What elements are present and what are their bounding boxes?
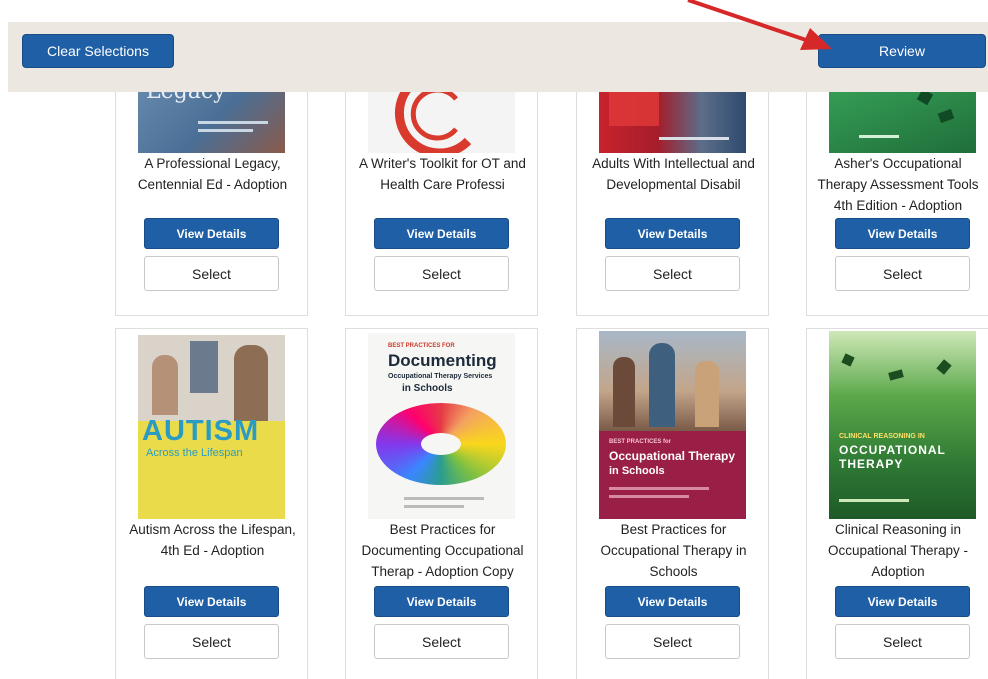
cover-subtitle: THERAPY	[839, 457, 904, 471]
book-cover: CLINICAL REASONING IN OCCUPATIONAL THERA…	[829, 331, 976, 519]
cover-subtitle: in Schools	[609, 465, 665, 477]
select-button[interactable]: Select	[605, 256, 740, 291]
select-button[interactable]: Select	[144, 256, 279, 291]
book-title-line: Developmental Disabil	[606, 177, 741, 192]
book-title-line: Occupational Therapy in	[600, 543, 747, 558]
cover-subtitle: in Schools	[402, 383, 453, 394]
book-card: BEST PRACTICES FOR Documenting Occupatio…	[345, 328, 538, 679]
select-button[interactable]: Select	[835, 256, 970, 291]
select-button[interactable]: Select	[374, 256, 509, 291]
book-card: A Writer's Toolkit for OT and Health Car…	[345, 70, 538, 316]
view-details-button[interactable]: View Details	[605, 218, 740, 249]
book-cover: BEST PRACTICES for Occupational Therapy …	[599, 331, 746, 519]
book-title-line: Health Care Professi	[380, 177, 505, 192]
cover-subtitle: Occupational Therapy Services	[388, 373, 493, 380]
view-details-button[interactable]: View Details	[605, 586, 740, 617]
book-title-line: Autism Across the Lifespan,	[129, 522, 296, 537]
book-card: BEST PRACTICES for Occupational Therapy …	[576, 328, 769, 679]
view-details-button[interactable]: View Details	[835, 586, 970, 617]
book-title-line: A Writer's Toolkit for OT and	[359, 156, 526, 171]
cover-title: AUTISM	[142, 415, 260, 447]
select-button[interactable]: Select	[605, 624, 740, 659]
book-cover: AUTISM Across the Lifespan	[138, 335, 285, 519]
book-title-line: Adoption	[871, 564, 925, 579]
book-title-line: Therapy Assessment Tools	[817, 177, 979, 192]
book-title-line: Documenting Occupational	[361, 543, 524, 558]
book-card: CLINICAL REASONING IN OCCUPATIONAL THERA…	[806, 328, 988, 679]
select-button[interactable]: Select	[374, 624, 509, 659]
book-card: Legacy A Professional Legacy, Centennial…	[115, 70, 308, 316]
view-details-button[interactable]: View Details	[144, 586, 279, 617]
cover-subtitle: Across the Lifespan	[146, 447, 243, 459]
book-title-line: Schools	[649, 564, 698, 579]
cover-title: Occupational Therapy	[609, 449, 736, 463]
cover-title: OCCUPATIONAL	[839, 443, 946, 457]
book-title-line: Centennial Ed - Adoption	[137, 177, 288, 192]
book-card: Adults With Intellectual and Development…	[576, 70, 769, 316]
selection-toolbar: Clear Selections Review	[8, 22, 988, 92]
book-cover: BEST PRACTICES FOR Documenting Occupatio…	[368, 333, 515, 519]
view-details-button[interactable]: View Details	[835, 218, 970, 249]
clear-selections-button[interactable]: Clear Selections	[22, 34, 174, 68]
book-title-line: Clinical Reasoning in	[834, 522, 962, 537]
cover-title: Documenting	[388, 351, 497, 370]
book-card: Asher's Occupational Therapy Assessment …	[806, 70, 988, 316]
view-details-button[interactable]: View Details	[374, 586, 509, 617]
book-title-line: Therap - Adoption Copy	[371, 564, 514, 579]
book-title-line: 4th Edition - Adoption	[833, 198, 963, 213]
book-title-line: Best Practices for	[620, 522, 727, 537]
book-title-line: Adults With Intellectual and	[592, 156, 755, 171]
book-title-line: Asher's Occupational	[834, 156, 962, 171]
book-title-line: Occupational Therapy -	[827, 543, 969, 558]
book-title-line: A Professional Legacy,	[144, 156, 281, 171]
select-button[interactable]: Select	[144, 624, 279, 659]
view-details-button[interactable]: View Details	[374, 218, 509, 249]
view-details-button[interactable]: View Details	[144, 218, 279, 249]
cover-series: BEST PRACTICES for	[609, 439, 672, 445]
cover-series: CLINICAL REASONING IN	[839, 433, 925, 440]
book-title-line: Best Practices for	[389, 522, 496, 537]
select-button[interactable]: Select	[835, 624, 970, 659]
book-title-line: 4th Ed - Adoption	[160, 543, 265, 558]
cover-series: BEST PRACTICES FOR	[388, 343, 455, 349]
book-card: AUTISM Across the Lifespan Autism Across…	[115, 328, 308, 679]
review-button[interactable]: Review	[818, 34, 986, 68]
